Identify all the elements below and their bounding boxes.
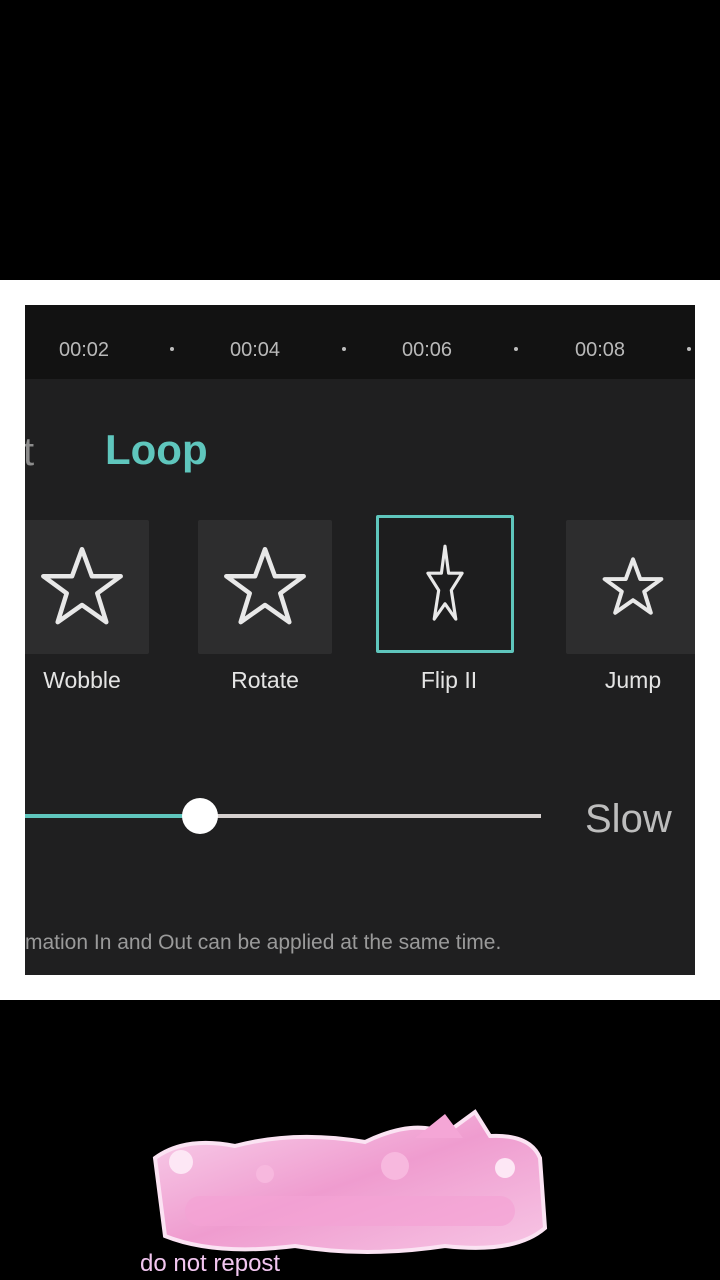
watermark-caption: do not repost	[140, 1250, 281, 1277]
animation-label: Wobble	[43, 667, 121, 693]
animation-label: Jump	[604, 667, 662, 693]
star-icon	[602, 557, 664, 615]
animation-card-jump[interactable]	[566, 520, 695, 654]
animation-label: Flip II	[420, 667, 478, 693]
timeline-tick: 00:06	[402, 339, 453, 361]
timeline-tick: 00:04	[230, 339, 281, 361]
animation-card-flip-ii[interactable]	[376, 515, 514, 653]
animation-panel: 00:02 00:04 00:06 00:08 t Loop Wobble Ro…	[25, 305, 695, 975]
timeline-dot	[342, 347, 346, 351]
timeline-dot	[170, 347, 174, 351]
strawberry-shortcake-logo	[152, 1109, 548, 1254]
timeline-dot	[514, 347, 518, 351]
star-icon	[41, 546, 123, 625]
star-icon	[224, 546, 306, 625]
timeline-tick: 00:08	[575, 339, 626, 361]
speed-slider-track[interactable]	[200, 814, 541, 818]
speed-slider-handle[interactable]	[182, 798, 218, 834]
animation-card-wobble[interactable]	[25, 520, 149, 654]
speed-label: Slow	[585, 797, 672, 841]
timeline-ruler[interactable]: 00:02 00:04 00:06 00:08	[25, 305, 695, 379]
timeline-tick: 00:02	[59, 339, 110, 361]
tab-out[interactable]: t	[25, 430, 34, 475]
flipped-star-icon	[426, 544, 464, 621]
tab-loop[interactable]: Loop	[105, 426, 208, 474]
speed-slider-fill[interactable]	[25, 814, 200, 818]
info-note: mation In and Out can be applied at the …	[25, 931, 502, 954]
timeline-dot	[687, 347, 691, 351]
animation-label: Rotate	[231, 667, 299, 693]
animation-card-rotate[interactable]	[198, 520, 332, 654]
